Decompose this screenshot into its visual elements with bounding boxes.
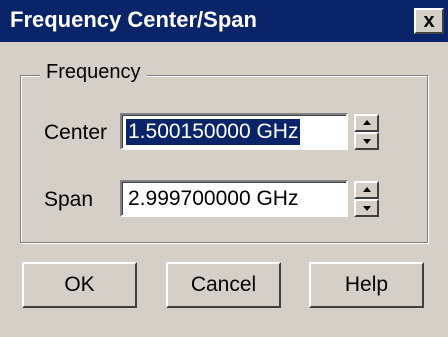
frequency-group-label: Frequency [40, 60, 147, 84]
center-spinner[interactable] [354, 114, 379, 150]
span-input[interactable]: 2.999700000 GHz [120, 180, 348, 217]
span-input-value: 2.999700000 GHz [128, 187, 299, 210]
help-button[interactable]: Help [309, 262, 424, 308]
spin-up-arrow-icon [363, 187, 371, 192]
span-spinner[interactable] [354, 181, 379, 217]
span-label: Span [44, 188, 94, 211]
span-spin-up-button[interactable] [354, 181, 379, 199]
center-input-value: 1.500150000 GHz [126, 119, 301, 145]
cancel-button-label: Cancel [190, 273, 257, 296]
spin-up-arrow-icon [363, 120, 371, 125]
center-spin-up-button[interactable] [354, 114, 379, 132]
spin-down-arrow-icon [363, 206, 371, 211]
close-icon: x [423, 10, 435, 32]
ok-button-label: OK [64, 273, 95, 296]
close-button[interactable]: x [414, 8, 444, 34]
center-label: Center [44, 121, 108, 144]
frequency-group [20, 75, 428, 243]
center-spin-down-button[interactable] [354, 132, 379, 150]
window-title: Frequency Center/Span [10, 7, 257, 32]
center-input[interactable]: 1.500150000 GHz [120, 113, 348, 150]
span-spin-down-button[interactable] [354, 199, 379, 217]
ok-button[interactable]: OK [22, 262, 137, 308]
spin-down-arrow-icon [363, 139, 371, 144]
dialog-window: Frequency Center/Span x Frequency Center… [0, 0, 448, 337]
title-bar[interactable]: Frequency Center/Span x [0, 0, 448, 42]
cancel-button[interactable]: Cancel [166, 262, 281, 308]
help-button-label: Help [344, 273, 389, 296]
